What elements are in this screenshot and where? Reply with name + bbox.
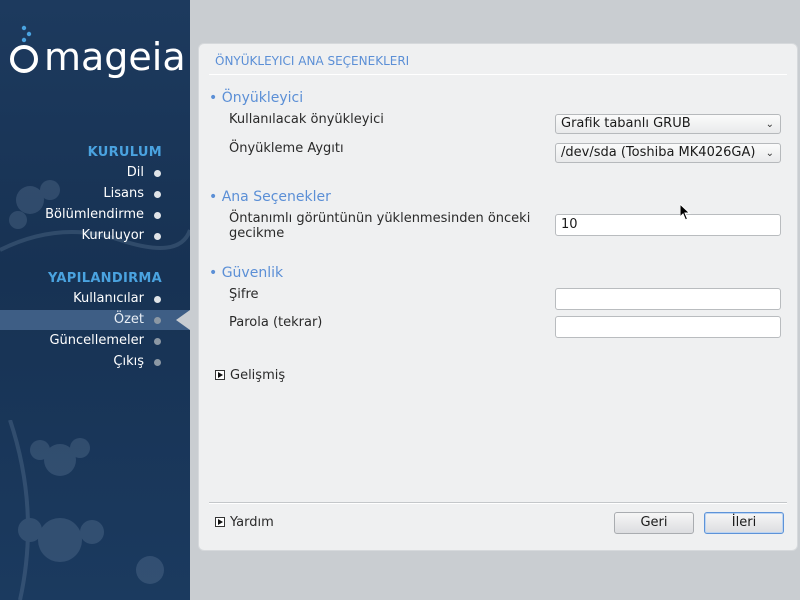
chevron-down-icon: ⌄	[765, 119, 774, 130]
step-pending-icon	[154, 337, 161, 345]
step-done-icon	[154, 190, 161, 198]
flower-decoration-icon	[8, 420, 164, 600]
step-pending-icon	[154, 358, 161, 366]
boot-device-select[interactable]: /dev/sda (Toshiba MK4026GA) ⌄	[555, 143, 781, 163]
brand-name: mageia	[44, 35, 185, 79]
sidebar-item-lisans: Lisans	[0, 184, 190, 204]
group-heading-security: • Güvenlik	[209, 265, 284, 281]
sidebar-item-kuruluyor: Kuruluyor	[0, 226, 190, 246]
boot-device-select-value: /dev/sda (Toshiba MK4026GA)	[561, 145, 756, 160]
back-button[interactable]: Geri	[614, 512, 694, 534]
active-step-pointer-icon	[176, 310, 190, 330]
bootloader-select-value: Grafik tabanlı GRUB	[561, 116, 691, 131]
step-done-icon	[154, 211, 161, 219]
advanced-label: Gelişmiş	[230, 368, 286, 383]
sidebar-section-kurulum: KURULUM	[87, 145, 162, 160]
sidebar-item-bolumlendirme: Bölümlendirme	[0, 205, 190, 225]
help-expander[interactable]: Yardım	[215, 516, 274, 530]
delay-label-line1: Öntanımlı görüntünün yüklenmesinden önce…	[229, 211, 531, 226]
sidebar-item-guncellemeler: Güncellemeler	[0, 331, 190, 351]
title-divider	[209, 74, 787, 75]
step-done-icon	[154, 232, 161, 240]
step-current-icon	[154, 316, 161, 324]
sidebar-item-kullanicilar: Kullanıcılar	[0, 289, 190, 309]
sidebar-item-cikis: Çıkış	[0, 352, 190, 372]
sidebar-item-dil: Dil	[0, 163, 190, 183]
sidebar: mageia KURULUM Dil Lisans Bölümlendirme …	[0, 0, 190, 600]
mouse-pointer-icon	[680, 204, 691, 221]
step-done-icon	[154, 295, 161, 303]
expand-arrow-icon	[215, 517, 225, 527]
bootloader-label: Kullanılacak önyükleyici	[229, 112, 384, 127]
help-label: Yardım	[230, 515, 274, 530]
mageia-logo-icon: mageia	[10, 25, 185, 79]
delay-input[interactable]: 10	[555, 214, 781, 236]
bootloader-select[interactable]: Grafik tabanlı GRUB ⌄	[555, 114, 781, 134]
bottom-divider	[209, 502, 787, 503]
step-done-icon	[154, 169, 161, 177]
chevron-down-icon: ⌄	[765, 148, 774, 159]
group-heading-bootloader: • Önyükleyici	[209, 90, 304, 106]
password-input[interactable]	[555, 288, 781, 310]
page-title: ÖNYÜKLEYICI ANA SEÇENEKLERI	[215, 54, 410, 68]
delay-label-line2: gecikme	[229, 226, 285, 241]
next-button[interactable]: İleri	[704, 512, 784, 534]
group-heading-main-options: • Ana Seçenekler	[209, 189, 331, 205]
sidebar-item-ozet: Özet	[0, 310, 190, 330]
sidebar-section-yapilandirma: YAPILANDIRMA	[47, 271, 162, 286]
password-repeat-input[interactable]	[555, 316, 781, 338]
boot-device-label: Önyükleme Aygıtı	[229, 141, 344, 156]
expand-arrow-icon	[215, 370, 225, 380]
advanced-expander[interactable]: Gelişmiş	[215, 369, 285, 383]
delay-label: Öntanımlı görüntünün yüklenmesinden önce…	[229, 211, 530, 241]
bootloader-options-panel: ÖNYÜKLEYICI ANA SEÇENEKLERI • Önyükleyic…	[199, 44, 797, 550]
password-label: Şifre	[229, 287, 259, 302]
password-repeat-label: Parola (tekrar)	[229, 315, 323, 330]
